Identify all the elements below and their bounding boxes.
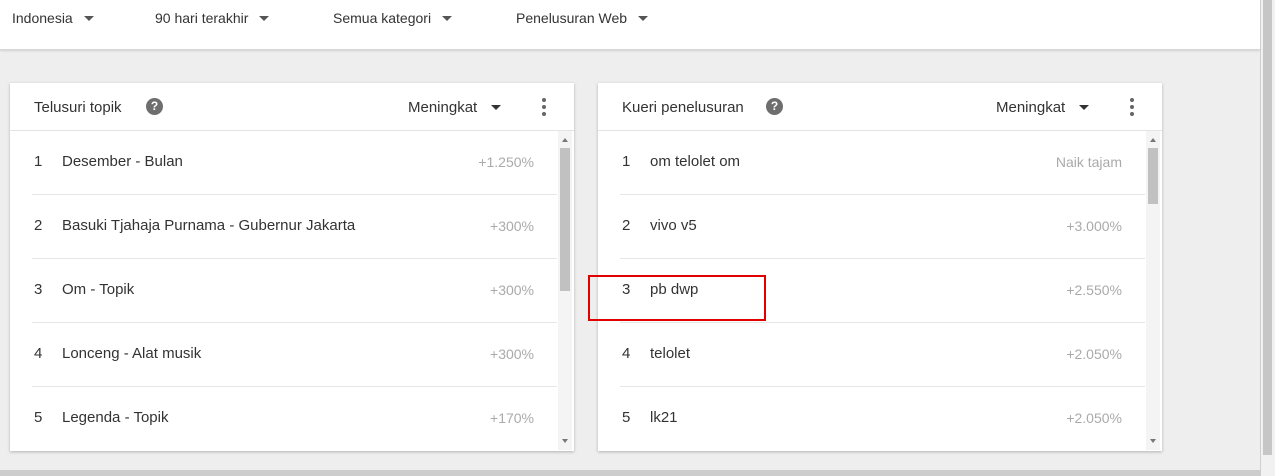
- item-value: +170%: [490, 410, 534, 426]
- queries-sort-dropdown[interactable]: Meningkat: [996, 99, 1090, 116]
- rank-number: 4: [622, 345, 631, 362]
- rank-number: 5: [622, 409, 631, 426]
- item-value: +300%: [490, 282, 534, 298]
- filter-bar: Indonesia 90 hari terakhir Semua kategor…: [0, 0, 1260, 50]
- rank-number: 5: [34, 409, 43, 426]
- item-label: Desember - Bulan: [62, 153, 183, 170]
- list-item[interactable]: 1 om telolet om Naik tajam: [598, 131, 1145, 195]
- scroll-thumb[interactable]: [1148, 148, 1158, 204]
- more-vert-icon[interactable]: [1129, 98, 1135, 116]
- rank-number: 1: [622, 153, 631, 170]
- rank-number: 1: [34, 153, 43, 170]
- list-item[interactable]: 1 Desember - Bulan +1.250%: [10, 131, 557, 195]
- item-value: +2.050%: [1066, 346, 1122, 362]
- help-icon[interactable]: ?: [766, 98, 783, 115]
- rank-number: 3: [34, 281, 43, 298]
- scroll-up-icon[interactable]: [562, 138, 568, 142]
- item-value: +3.000%: [1066, 218, 1122, 234]
- item-label: om telolet om: [650, 153, 741, 170]
- scroll-up-icon[interactable]: [1150, 138, 1156, 142]
- item-value: +300%: [490, 218, 534, 234]
- window-scrollbar[interactable]: [1261, 0, 1275, 476]
- item-value: +2.050%: [1066, 410, 1122, 426]
- item-label: telolet: [650, 345, 691, 362]
- help-icon[interactable]: ?: [146, 98, 163, 115]
- list-item[interactable]: 5 lk21 +2.050%: [598, 387, 1145, 451]
- caret-down-icon: [638, 15, 649, 21]
- item-label: Legenda - Topik: [62, 409, 169, 426]
- queries-card: Kueri penelusuran ? Meningkat 1 om telol…: [598, 83, 1162, 451]
- caret-down-icon: [259, 15, 270, 21]
- caret-down-icon: [83, 15, 94, 21]
- list-item[interactable]: 2 Basuki Tjahaja Purnama - Gubernur Jaka…: [10, 195, 557, 259]
- topics-card-title: Telusuri topik: [34, 99, 122, 116]
- more-vert-icon[interactable]: [541, 98, 547, 116]
- item-value: +1.250%: [478, 154, 534, 170]
- list-item[interactable]: 5 Legenda - Topik +170%: [10, 387, 557, 451]
- scroll-down-icon[interactable]: [562, 439, 568, 443]
- item-label: Lonceng - Alat musik: [62, 345, 202, 362]
- rank-number: 2: [34, 217, 43, 234]
- filter-category-dropdown[interactable]: Semua kategori: [333, 9, 453, 27]
- queries-card-header: Kueri penelusuran ? Meningkat: [598, 83, 1162, 131]
- topics-sort-label: Meningkat: [408, 99, 478, 116]
- highlight-box: [588, 275, 766, 321]
- item-value: +300%: [490, 346, 534, 362]
- topics-card: Telusuri topik ? Meningkat 1 Desember - …: [10, 83, 574, 451]
- filter-region-label: Indonesia: [12, 10, 73, 26]
- window-scroll-thumb[interactable]: [1263, 0, 1272, 455]
- item-label: vivo v5: [650, 217, 697, 234]
- filter-search-type-label: Penelusuran Web: [516, 10, 628, 26]
- filter-search-type-dropdown[interactable]: Penelusuran Web: [516, 9, 649, 27]
- scroll-thumb[interactable]: [560, 148, 570, 291]
- item-label: lk21: [650, 409, 678, 426]
- scroll-down-icon[interactable]: [1150, 439, 1156, 443]
- rank-number: 4: [34, 345, 43, 362]
- list-item[interactable]: 2 vivo v5 +3.000%: [598, 195, 1145, 259]
- list-item[interactable]: 3 Om - Topik +300%: [10, 259, 557, 323]
- rank-number: 2: [622, 217, 631, 234]
- list-item[interactable]: 4 Lonceng - Alat musik +300%: [10, 323, 557, 387]
- item-label: Om - Topik: [62, 281, 135, 298]
- queries-scrollbar[interactable]: [1146, 131, 1160, 450]
- bottom-edge: [0, 470, 1261, 476]
- filter-time-dropdown[interactable]: 90 hari terakhir: [155, 9, 270, 27]
- caret-down-icon: [1079, 105, 1090, 110]
- caret-down-icon: [442, 15, 453, 21]
- item-label: Basuki Tjahaja Purnama - Gubernur Jakart…: [62, 217, 356, 234]
- filter-category-label: Semua kategori: [333, 10, 432, 26]
- caret-down-icon: [491, 105, 502, 110]
- topics-sort-dropdown[interactable]: Meningkat: [408, 99, 502, 116]
- list-item[interactable]: 4 telolet +2.050%: [598, 323, 1145, 387]
- topics-card-header: Telusuri topik ? Meningkat: [10, 83, 574, 131]
- filter-time-label: 90 hari terakhir: [155, 10, 249, 26]
- item-value: Naik tajam: [1055, 154, 1122, 170]
- filter-region-dropdown[interactable]: Indonesia: [12, 9, 94, 27]
- topics-scrollbar[interactable]: [558, 131, 572, 450]
- queries-card-title: Kueri penelusuran: [622, 99, 744, 116]
- item-value: +2.550%: [1066, 282, 1122, 298]
- queries-sort-label: Meningkat: [996, 99, 1066, 116]
